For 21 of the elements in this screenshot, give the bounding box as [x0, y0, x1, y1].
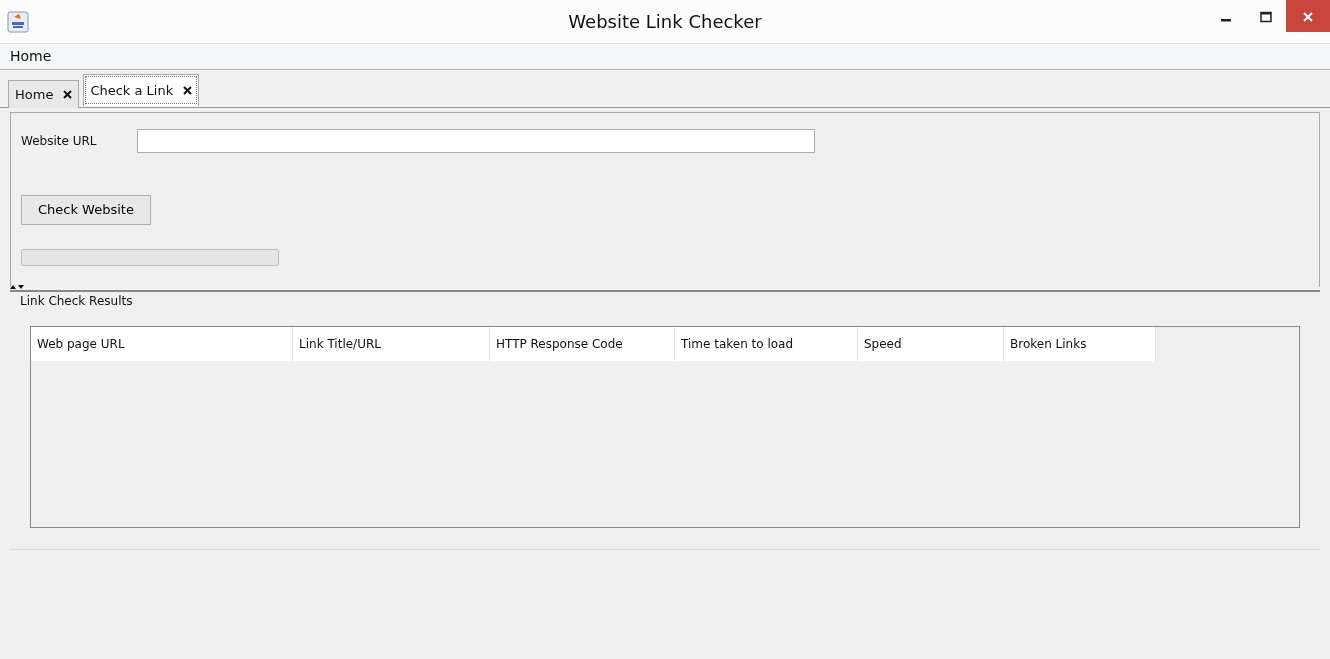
url-field[interactable]: [137, 129, 815, 153]
menu-item[interactable]: Home: [10, 46, 52, 67]
maximize-icon: [1260, 10, 1272, 23]
column-header[interactable]: Link Title/URL: [293, 327, 490, 361]
column-header[interactable]: Broken Links: [1004, 327, 1156, 361]
check-website-button[interactable]: Check Website: [21, 195, 151, 225]
app-icon: [7, 11, 29, 33]
column-header[interactable]: HTTP Response Code: [490, 327, 675, 361]
close-icon[interactable]: [183, 86, 193, 95]
close-button[interactable]: [1286, 0, 1330, 32]
minimize-icon: [1221, 19, 1231, 22]
column-header[interactable]: Time taken to load: [675, 327, 858, 361]
tab[interactable]: Check a Link: [83, 74, 200, 106]
group-title: Link Check Results: [19, 293, 134, 310]
field-label: Website URL: [21, 133, 98, 150]
column-header[interactable]: Speed: [858, 327, 1004, 361]
column-header[interactable]: Web page URL: [31, 327, 293, 361]
tab[interactable]: Home: [8, 80, 80, 108]
window-title: Website Link Checker: [568, 10, 762, 34]
close-icon[interactable]: [63, 90, 73, 99]
close-icon: [1302, 10, 1314, 23]
